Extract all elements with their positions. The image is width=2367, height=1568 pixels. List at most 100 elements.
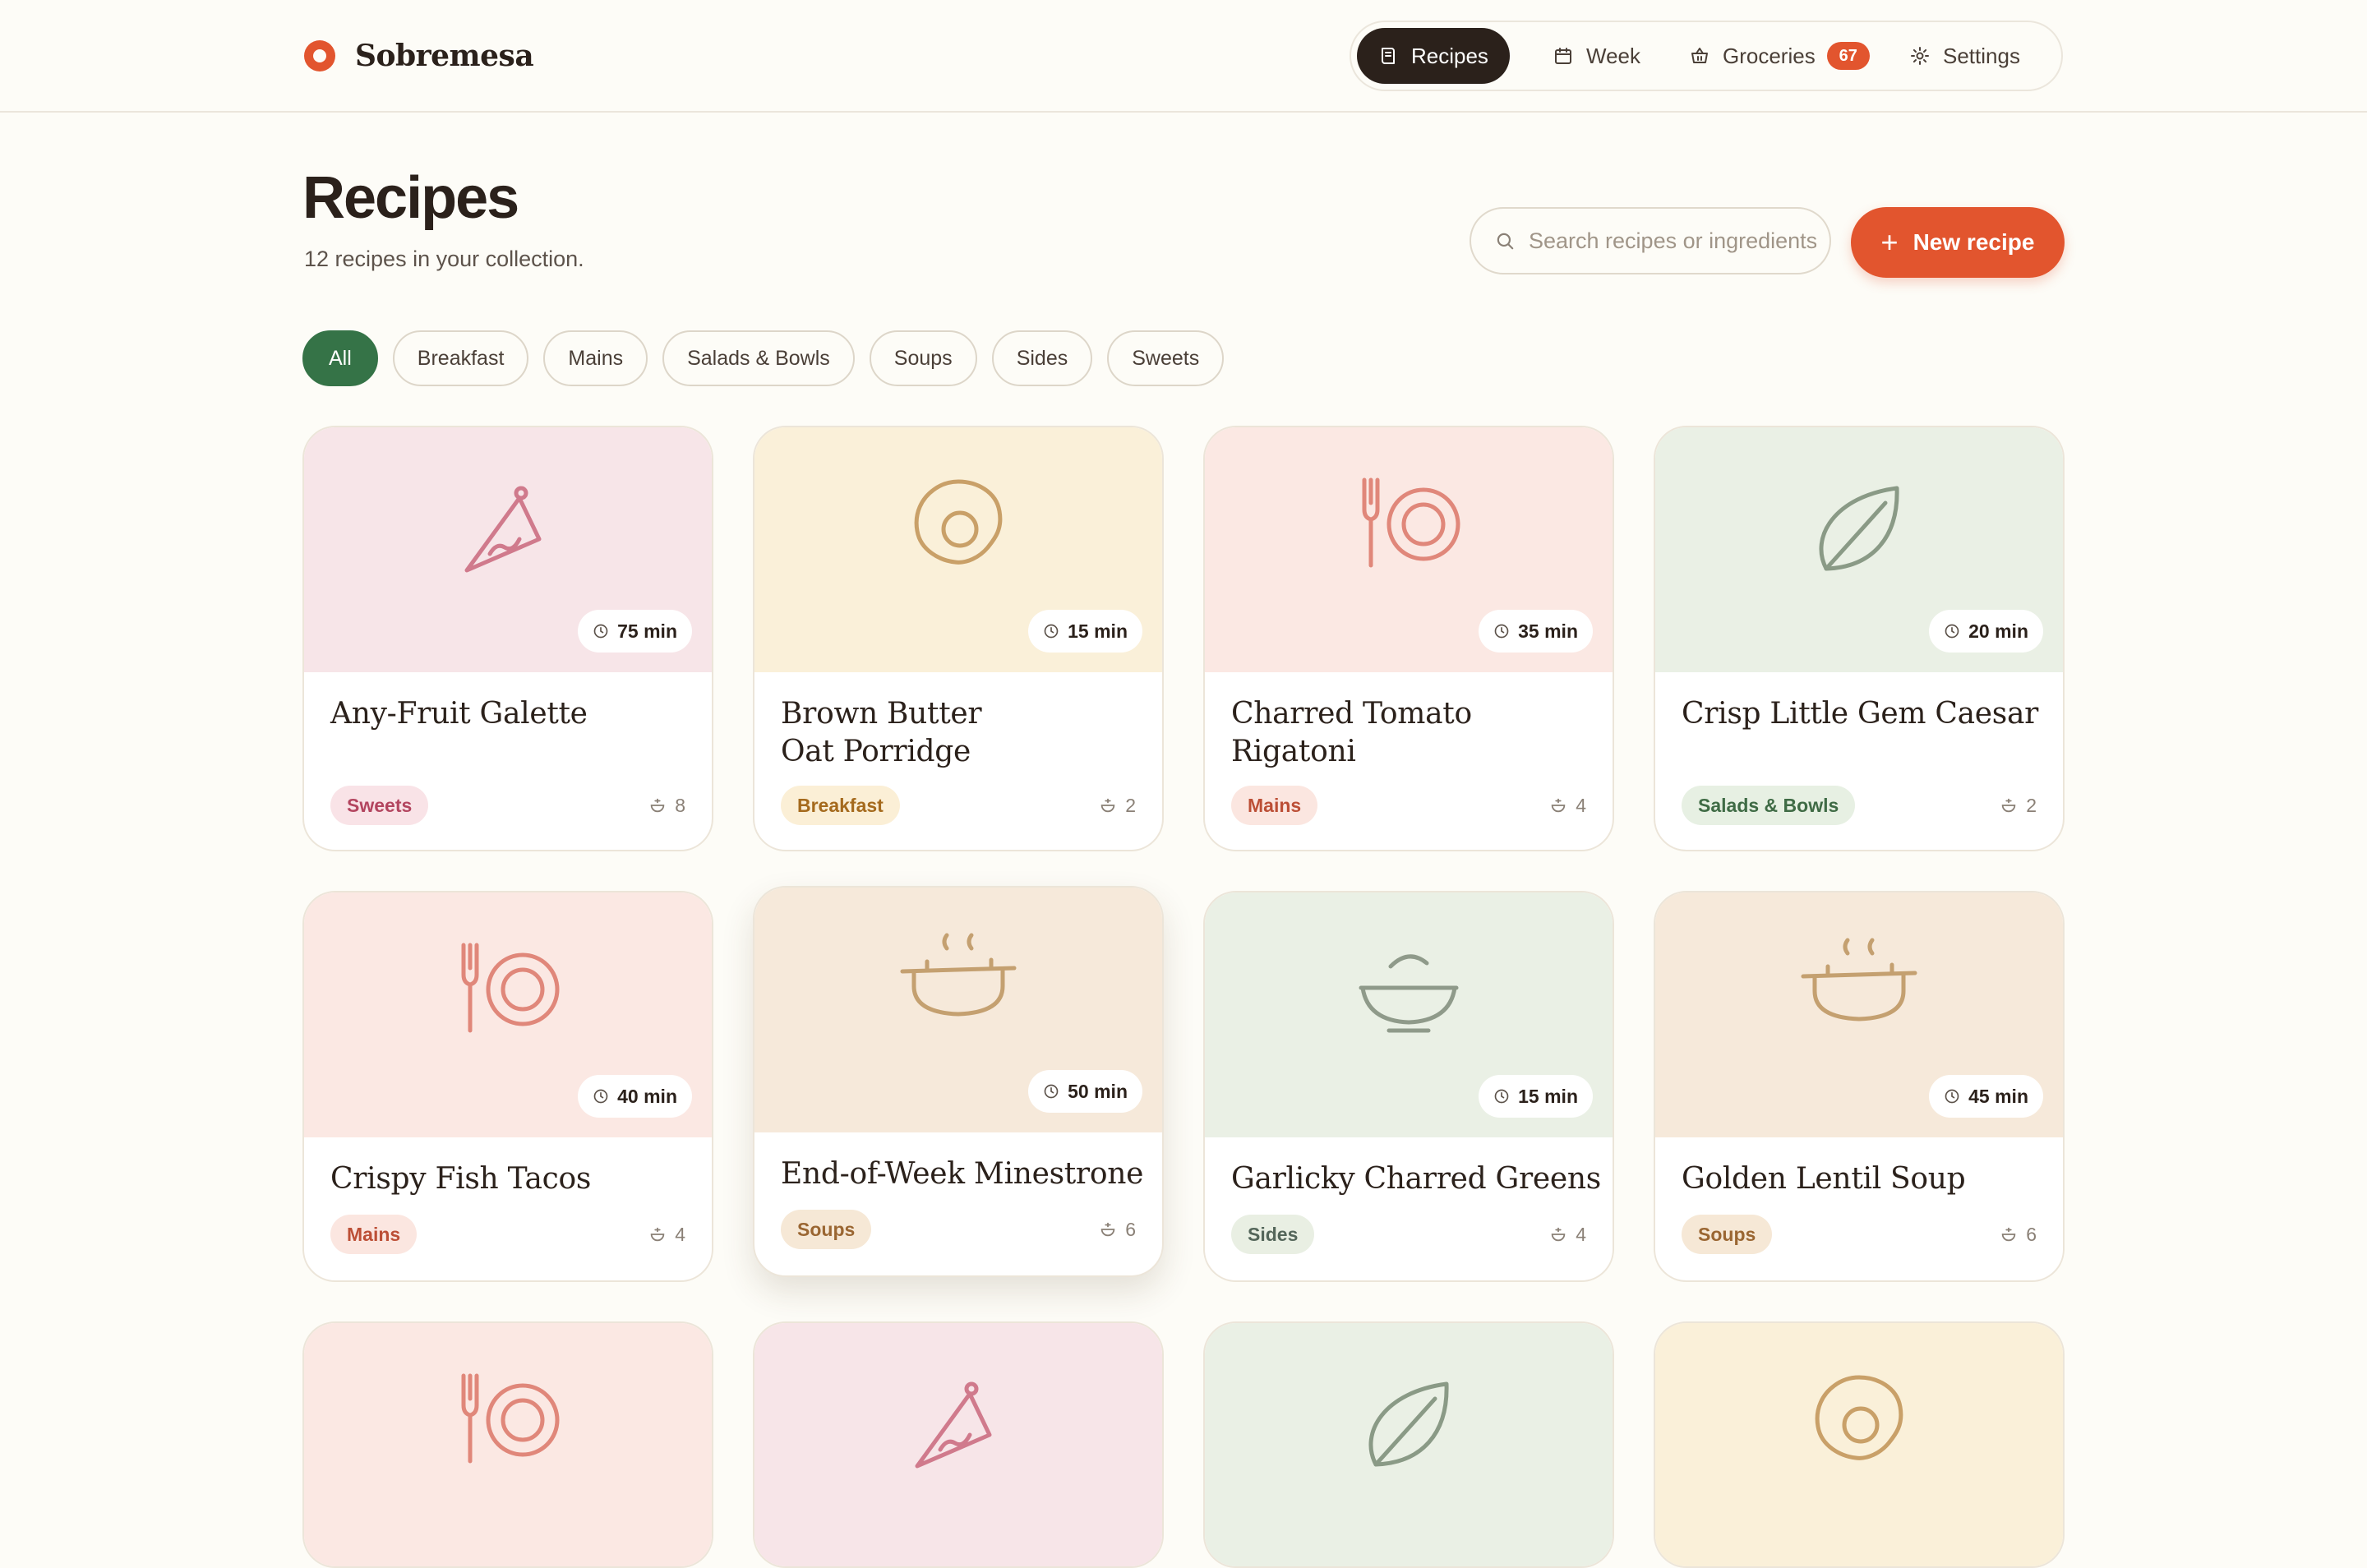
recipe-card-image: 15 min: [754, 427, 1162, 672]
recipe-card[interactable]: 50 min End-of-Week Minestrone Soups 6: [753, 886, 1164, 1277]
cook-time-text: 40 min: [617, 1085, 677, 1107]
recipe-card-image: [1655, 1323, 2063, 1566]
cook-time-badge: 15 min: [1028, 610, 1142, 653]
recipe-card-image: 35 min: [1205, 427, 1613, 672]
plate-fork-icon: [1362, 477, 1460, 568]
clock-icon: [1945, 624, 1959, 639]
recipe-count-text: 12 recipes in your collection.: [304, 247, 584, 271]
pie-slice-icon: [915, 1381, 992, 1469]
recipe-title: Golden Lentil Soup: [1682, 1162, 1966, 1196]
calendar-icon: [1555, 48, 1571, 64]
servings-count: 2: [2026, 794, 2037, 816]
serving-bowl-icon: [1100, 1222, 1115, 1237]
recipe-card[interactable]: 20 min Crisp Little Gem Caesar Salads & …: [1654, 426, 2065, 851]
cook-time-badge: 35 min: [1479, 610, 1593, 653]
recipe-card[interactable]: 75 min Any-Fruit Galette Sweets 8: [302, 426, 713, 851]
category-filters: All Breakfast Mains Salads & Bowls Soups…: [302, 330, 1239, 386]
recipe-title: Any-Fruit Galette: [330, 697, 588, 731]
filter-chip-all[interactable]: All: [302, 330, 378, 386]
recipe-card-image: [304, 1323, 712, 1566]
pot-icon: [1801, 938, 1917, 1022]
servings-count: 6: [1125, 1218, 1136, 1240]
bowl-icon: [1359, 954, 1459, 1033]
plate-fork-icon: [461, 943, 560, 1033]
serving-bowl-icon: [1100, 798, 1115, 813]
search-box[interactable]: [1470, 207, 1831, 274]
basket-icon: [1691, 48, 1708, 63]
filter-chip-sides[interactable]: Sides: [991, 330, 1093, 386]
filter-chip-breakfast[interactable]: Breakfast: [392, 330, 529, 386]
recipe-card[interactable]: 45 min Golden Lentil Soup Soups 6: [1654, 891, 2065, 1282]
recipe-title: End-of-Week Minestrone: [781, 1157, 1144, 1191]
filter-chip-mains[interactable]: Mains: [543, 330, 648, 386]
serving-bowl-icon: [650, 1227, 665, 1242]
category-tag: Breakfast: [781, 786, 900, 825]
nav-item-settings[interactable]: Settings: [1889, 28, 2042, 84]
nav-item-groceries[interactable]: Groceries 67: [1668, 28, 1891, 84]
gear-icon: [1911, 47, 1929, 65]
filter-chip-salads-bowls[interactable]: Salads & Bowls: [662, 330, 855, 386]
servings: 4: [648, 1215, 685, 1254]
page-title: Recipes: [302, 165, 519, 231]
category-tag: Mains: [1231, 786, 1318, 825]
recipe-title: Crispy Fish Tacos: [330, 1162, 592, 1196]
brand-name: Sobremesa: [355, 39, 534, 73]
recipe-card-image: 40 min: [304, 892, 712, 1137]
clock-icon: [593, 624, 608, 639]
recipe-title: Charred Tomato Rigatoni: [1231, 697, 1472, 768]
recipe-card-image: 75 min: [304, 427, 712, 672]
cook-time-text: 50 min: [1068, 1080, 1128, 1102]
clock-icon: [593, 1089, 608, 1104]
plate-fork-icon: [461, 1373, 560, 1464]
nav-item-label: Groceries: [1723, 43, 1816, 68]
recipe-card-image: 20 min: [1655, 427, 2063, 672]
recipe-card[interactable]: 35 min Charred Tomato Rigatoni Mains 4: [1203, 426, 1614, 851]
recipe-card[interactable]: 40 min Crispy Fish Tacos Mains 4: [302, 891, 713, 1282]
filter-chip-soups[interactable]: Soups: [869, 330, 977, 386]
recipe-card[interactable]: [1654, 1321, 2065, 1568]
clock-icon: [1945, 1089, 1959, 1104]
main-nav: Recipes Week Groceries 67 Settings: [1350, 21, 2063, 91]
category-tag: Sweets: [330, 786, 429, 825]
recipe-title: Brown Butter Oat Porridge: [781, 697, 982, 768]
recipe-card[interactable]: [753, 1321, 1164, 1568]
nav-item-recipes[interactable]: Recipes: [1357, 28, 1510, 84]
recipe-card-image: 45 min: [1655, 892, 2063, 1137]
recipe-card-image: [754, 1323, 1162, 1566]
recipe-card[interactable]: 15 min Garlicky Charred Greens Sides 4: [1203, 891, 1614, 1282]
servings-count: 4: [675, 1223, 685, 1245]
servings-count: 8: [675, 794, 685, 816]
clock-icon: [1044, 1084, 1059, 1099]
cook-time-badge: 50 min: [1028, 1070, 1142, 1113]
servings: 2: [1099, 786, 1136, 825]
cook-time-badge: 75 min: [578, 610, 692, 653]
servings-count: 6: [2026, 1223, 2037, 1245]
leaf-icon: [1368, 1381, 1449, 1467]
recipe-card-image: [1205, 1323, 1613, 1566]
book-icon: [1382, 48, 1395, 64]
groceries-count-badge: 67: [1826, 42, 1870, 70]
egg-icon: [914, 479, 1003, 565]
pot-icon: [900, 933, 1017, 1017]
recipe-card[interactable]: [302, 1321, 713, 1568]
cook-time-badge: 45 min: [1929, 1075, 2043, 1118]
brand[interactable]: Sobremesa: [304, 36, 534, 76]
serving-bowl-icon: [1551, 798, 1566, 813]
serving-bowl-icon: [1551, 1227, 1566, 1242]
servings-count: 4: [1576, 794, 1586, 816]
recipe-card[interactable]: [1203, 1321, 1614, 1568]
leaf-icon: [1819, 486, 1899, 571]
nav-item-week[interactable]: Week: [1532, 28, 1662, 84]
cook-time-text: 20 min: [1968, 620, 2028, 642]
servings: 4: [1549, 786, 1586, 825]
pie-slice-icon: [464, 486, 542, 573]
filter-chip-sweets[interactable]: Sweets: [1107, 330, 1225, 386]
recipe-card[interactable]: 15 min Brown Butter Oat Porridge Breakfa…: [753, 426, 1164, 851]
servings: 6: [1099, 1210, 1136, 1249]
cook-time-badge: 40 min: [578, 1075, 692, 1118]
search-input[interactable]: [1529, 228, 1816, 254]
category-tag: Soups: [781, 1210, 872, 1249]
recipe-title: Garlicky Charred Greens: [1231, 1162, 1601, 1196]
serving-bowl-icon: [2001, 798, 2016, 813]
new-recipe-button[interactable]: + New recipe: [1851, 207, 2065, 278]
